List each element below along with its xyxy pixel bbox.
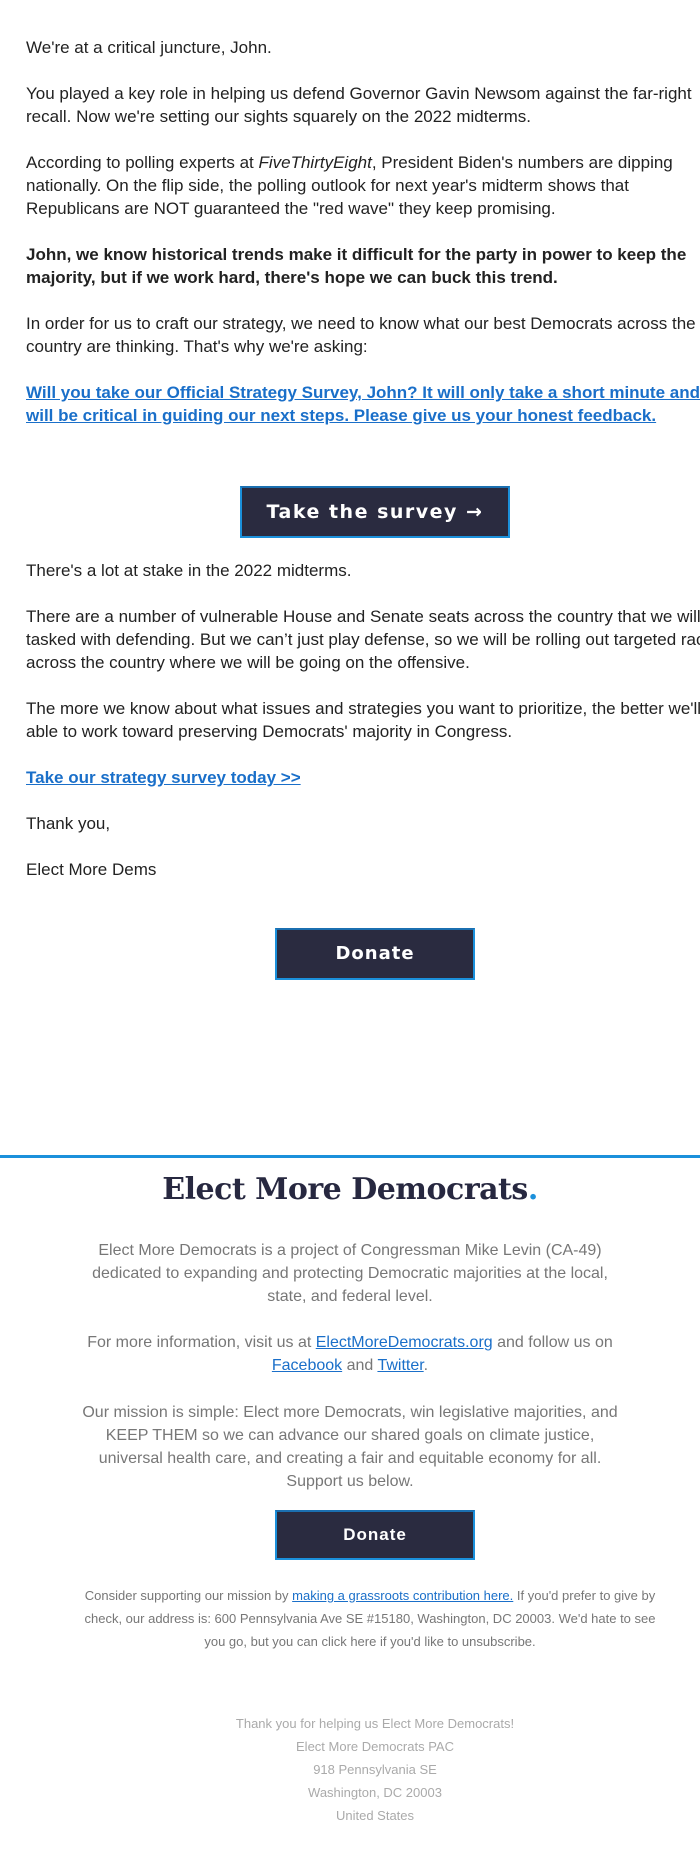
address-country: United States — [335, 1808, 415, 1823]
greeting: We're at a critical juncture, John. — [26, 38, 272, 57]
info-prefix: For more information, visit us at — [87, 1334, 316, 1351]
footer-address: Thank you for helping us Elect More Demo… — [0, 1712, 700, 1827]
footer-donate-button[interactable]: Donate — [275, 1510, 475, 1560]
paragraph-stakes: There's a lot at stake in the 2022 midte… — [26, 561, 352, 580]
address-street: 918 Pennsylvania SE — [313, 1762, 437, 1777]
survey-today-link[interactable]: Take our strategy survey today >> — [26, 768, 301, 787]
polling-prefix: According to polling experts at — [26, 153, 259, 172]
paragraph-polling: According to polling experts at FiveThir… — [26, 151, 700, 220]
footer-about: Elect More Democrats is a project of Con… — [92, 1242, 608, 1305]
paragraph-priorities: The more we know about what issues and s… — [26, 699, 700, 741]
address-city: Washington, DC 20003 — [308, 1785, 442, 1800]
info-middle: and follow us on — [492, 1334, 613, 1351]
take-survey-button[interactable]: Take the survey → — [240, 486, 510, 538]
footer-info: For more information, visit us at ElectM… — [80, 1331, 620, 1377]
donate-button-container: Donate — [275, 928, 475, 980]
email-body-bottom: There's a lot at stake in the 2022 midte… — [26, 559, 700, 904]
info-end: . — [423, 1357, 429, 1374]
footer-divider — [0, 1155, 700, 1158]
address-org: Elect More Democrats PAC — [296, 1739, 454, 1754]
survey-button-container: Take the survey → — [240, 486, 510, 538]
paragraph-historical-trends: John, we know historical trends make it … — [26, 245, 687, 287]
footer-mission: Our mission is simple: Elect more Democr… — [82, 1404, 618, 1490]
twitter-link[interactable]: Twitter — [377, 1357, 423, 1374]
polling-source: FiveThirtyEight — [258, 153, 372, 172]
paragraph-recall: You played a key role in helping us defe… — [26, 84, 692, 126]
brand-dot: . — [527, 1172, 538, 1207]
email-body-top: We're at a critical juncture, John. You … — [26, 36, 700, 450]
survey-link[interactable]: Will you take our Official Strategy Surv… — [26, 383, 700, 425]
footer-brand-logo: Elect More Democrats. — [0, 1172, 700, 1207]
footer-support-text: Consider supporting our mission by makin… — [80, 1584, 660, 1653]
paragraph-seats: There are a number of vulnerable House a… — [26, 607, 700, 672]
info-and: and — [342, 1357, 378, 1374]
footer-donate-container: Donate — [275, 1510, 475, 1560]
closing: Thank you, — [26, 814, 111, 833]
paragraph-strategy: In order for us to craft our strategy, w… — [26, 314, 696, 356]
support-prefix: Consider supporting our mission by — [84, 1588, 293, 1603]
facebook-link[interactable]: Facebook — [272, 1357, 342, 1374]
brand-name: Elect More Democrats — [162, 1172, 528, 1207]
signature: Elect More Dems — [26, 860, 157, 879]
donate-button[interactable]: Donate — [275, 928, 475, 980]
grassroots-contribution-link[interactable]: making a grassroots contribution here. — [292, 1588, 513, 1603]
website-link[interactable]: ElectMoreDemocrats.org — [316, 1334, 493, 1351]
address-thanks: Thank you for helping us Elect More Demo… — [235, 1716, 515, 1731]
